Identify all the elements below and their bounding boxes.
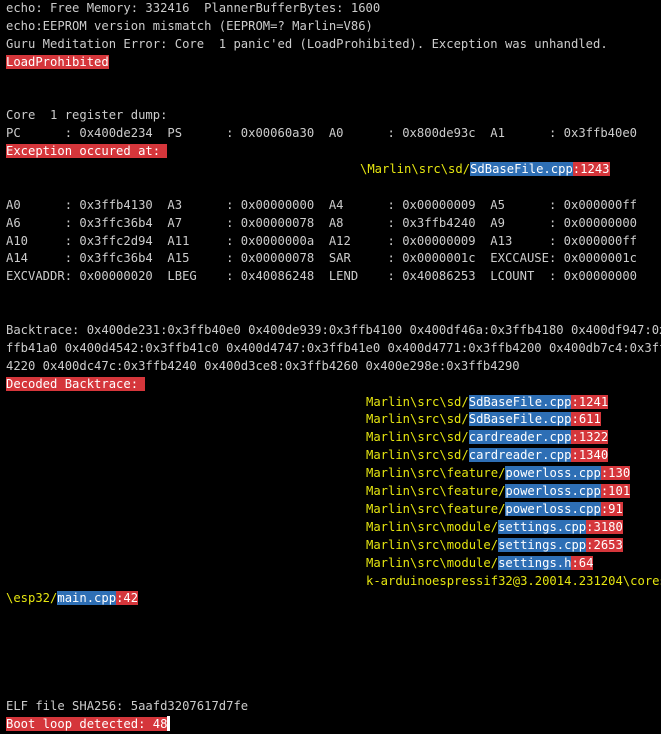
frame-path: Marlin\src\module/ [366, 555, 499, 570]
register-row-a6: A6 : 0x3ffc36b4 A7 : 0x00000078 A8 : 0x3… [6, 215, 638, 230]
exception-file[interactable]: SdBaseFile.cpp [470, 162, 573, 177]
frame-path: Marlin\src\feature/ [366, 501, 506, 516]
frame-path: Marlin\src\feature/ [366, 484, 506, 499]
frame-line-number: 1241 [578, 394, 609, 409]
eeprom-mismatch-line: echo:EEPROM version mismatch (EEPROM=? M… [6, 18, 373, 33]
exception-location-line: \Marlin\src\sd/SdBaseFile.cpp:1243 [6, 161, 661, 179]
exception-heading-line: Exception occured at: [6, 143, 661, 161]
register-row-excvaddr: EXCVADDR: 0x00000020 LBEG : 0x40086248 L… [6, 269, 638, 284]
frame-path: Marlin\src\sd/ [366, 394, 469, 409]
frame-sep: : [571, 448, 579, 463]
panic-reason-badge: LoadProhibited [6, 54, 109, 69]
decoded-frame-tail-file: \esp32/main.cpp:42 [6, 590, 661, 608]
frame-file[interactable]: powerloss.cpp [505, 501, 601, 516]
decoded-frame: Marlin\src\sd/SdBaseFile.cpp:611 [6, 411, 661, 429]
frame-path: Marlin\src\sd/ [366, 412, 469, 427]
free-memory-line: echo: Free Memory: 332416 PlannerBufferB… [6, 1, 381, 15]
frame-line-number: 91 [608, 501, 623, 516]
frame-file[interactable]: powerloss.cpp [505, 466, 601, 481]
frame-path: Marlin\src\module/ [366, 537, 499, 552]
decoded-frame: Marlin\src\feature/powerloss.cpp:101 [6, 483, 661, 501]
frame-line-number: 611 [578, 412, 601, 427]
frame-line-number: 1340 [578, 448, 609, 463]
decoded-frame-tail: k-arduinoespressif32@3.20014.231204\core… [6, 573, 661, 591]
elf-sha-line: ELF file SHA256: 5aafd3207617d7fe [6, 698, 249, 713]
boot-loop-line: Boot loop detected: 48 [6, 715, 661, 734]
frame-line-number: 1322 [578, 430, 609, 445]
decoded-frame: Marlin\src\module/settings.h:64 [6, 555, 661, 573]
register-row-pc: PC : 0x400de234 PS : 0x00060a30 A0 : 0x8… [6, 126, 638, 141]
backtrace-line-2: ffb41a0 0x400d4542:0x3ffb41c0 0x400d4747… [6, 340, 661, 355]
frame-line-number: 130 [608, 466, 631, 481]
frame-sep: : [571, 430, 579, 445]
panic-reason-line: LoadProhibited [6, 54, 661, 72]
frame-line-number: 3180 [593, 519, 623, 534]
frame-line-number: 42 [123, 591, 139, 606]
terminal-output: echo: Free Memory: 332416 PlannerBufferB… [6, 0, 661, 734]
decoded-frame: Marlin\src\feature/powerloss.cpp:130 [6, 465, 661, 483]
exception-line-number: 1243 [580, 162, 610, 177]
decoded-backtrace-heading: Decoded Backtrace: [6, 376, 661, 394]
frame-path: Marlin\src\sd/ [366, 430, 469, 445]
frame-line-number: 64 [578, 555, 594, 570]
decoded-backtrace-badge: Decoded Backtrace: [6, 376, 146, 391]
register-dump-heading: Core 1 register dump: [6, 108, 168, 123]
frame-file[interactable]: cardreader.cpp [468, 430, 572, 445]
backtrace-line-1: Backtrace: 0x400de231:0x3ffb40e0 0x400de… [6, 323, 661, 338]
decoded-frame: Marlin\src\sd/cardreader.cpp:1322 [6, 429, 661, 447]
frame-line-number: 101 [608, 484, 631, 499]
frame-path: \esp32/ [6, 591, 58, 606]
frame-file[interactable]: cardreader.cpp [468, 448, 572, 463]
frame-path: Marlin\src\module/ [366, 519, 499, 534]
register-row-a14: A14 : 0x3ffc36b4 A15 : 0x00000078 SAR : … [6, 251, 638, 266]
frame-file[interactable]: main.cpp [57, 591, 117, 606]
frame-sep: : [571, 394, 579, 409]
frame-path: Marlin\src\sd/ [366, 448, 469, 463]
backtrace-line-3: 4220 0x400dc47c:0x3ffb4240 0x400d3ce8:0x… [6, 358, 520, 373]
decoded-frame: Marlin\src\module/settings.cpp:2653 [6, 537, 661, 555]
frame-file[interactable]: SdBaseFile.cpp [468, 394, 572, 409]
decoded-frame: Marlin\src\sd/SdBaseFile.cpp:1241 [6, 394, 661, 412]
decoded-frame: Marlin\src\feature/powerloss.cpp:91 [6, 501, 661, 519]
boot-loop-badge: Boot loop detected: 48 [6, 716, 168, 731]
frame-sep: : [571, 412, 579, 427]
frame-file[interactable]: settings.h [498, 555, 572, 570]
decoded-frames: Marlin\src\sd/SdBaseFile.cpp:1241 Marlin… [6, 394, 661, 609]
frame-path: Marlin\src\feature/ [366, 466, 506, 481]
register-row-a10: A10 : 0x3ffc2d94 A11 : 0x0000000a A12 : … [6, 233, 638, 248]
text-cursor [167, 715, 171, 731]
frame-file[interactable]: settings.cpp [498, 537, 587, 552]
frame-file[interactable]: powerloss.cpp [505, 484, 601, 499]
frame-path: k-arduinoespressif32@3.20014.231204\core… [366, 573, 661, 588]
register-row-a0: A0 : 0x3ffb4130 A3 : 0x00000000 A4 : 0x0… [6, 197, 638, 212]
frame-sep: : [571, 555, 579, 570]
frame-file[interactable]: SdBaseFile.cpp [468, 412, 572, 427]
frame-file[interactable]: settings.cpp [498, 519, 587, 534]
decoded-frame: Marlin\src\module/settings.cpp:3180 [6, 519, 661, 537]
exception-path: \Marlin\src\sd/ [360, 162, 471, 177]
frame-line-number: 2653 [593, 537, 623, 552]
decoded-frame: Marlin\src\sd/cardreader.cpp:1340 [6, 447, 661, 465]
guru-meditation-line: Guru Meditation Error: Core 1 panic'ed (… [6, 36, 608, 51]
exception-heading-badge: Exception occured at: [6, 144, 168, 159]
